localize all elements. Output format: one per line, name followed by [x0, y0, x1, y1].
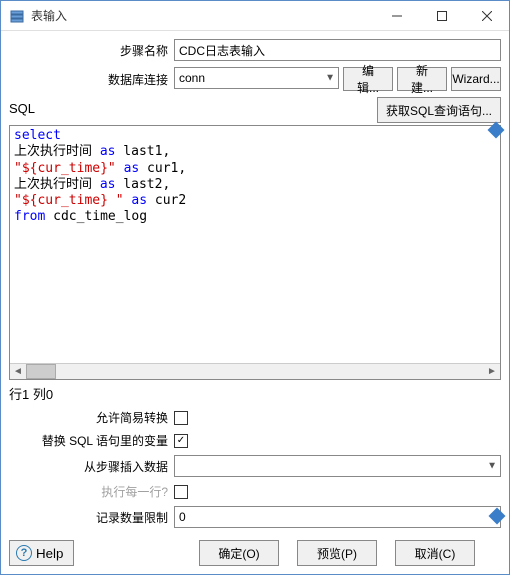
- close-button[interactable]: [464, 1, 509, 30]
- minimize-button[interactable]: [374, 1, 419, 30]
- chevron-down-icon: ▼: [325, 73, 335, 84]
- help-button[interactable]: ? Help: [9, 540, 74, 566]
- db-connection-select[interactable]: conn ▼: [174, 67, 339, 89]
- record-limit-label: 记录数量限制: [9, 509, 174, 526]
- sql-title: SQL: [9, 97, 377, 116]
- chevron-down-icon: ▼: [487, 461, 497, 472]
- step-name-label: 步骤名称: [9, 42, 174, 59]
- replace-vars-row: 替换 SQL 语句里的变量: [9, 432, 501, 449]
- maximize-button[interactable]: [419, 1, 464, 30]
- exec-each-row-checkbox[interactable]: [174, 485, 188, 499]
- cursor-position-status: 行1 列0: [9, 384, 501, 403]
- sql-header: SQL 获取SQL查询语句...: [9, 97, 501, 123]
- insert-from-step-row: 从步骤插入数据 ▼: [9, 455, 501, 477]
- ok-button[interactable]: 确定(O): [199, 540, 279, 566]
- app-icon: [9, 8, 25, 24]
- scroll-thumb[interactable]: [26, 364, 56, 379]
- dialog-buttons: ? Help 确定(O) 预览(P) 取消(C): [9, 534, 501, 568]
- sql-editor[interactable]: select 上次执行时间 as last1, "${cur_time}" as…: [10, 126, 500, 363]
- edit-connection-button[interactable]: 编辑...: [343, 67, 393, 91]
- replace-vars-label: 替换 SQL 语句里的变量: [9, 432, 174, 449]
- dialog-window: 表输入 步骤名称 数据库连接 conn ▼: [0, 0, 510, 575]
- help-icon: ?: [16, 545, 32, 561]
- cancel-button[interactable]: 取消(C): [395, 540, 475, 566]
- allow-lazy-row: 允许简易转换: [9, 409, 501, 426]
- db-connection-label: 数据库连接: [9, 71, 174, 88]
- get-sql-button[interactable]: 获取SQL查询语句...: [377, 97, 501, 123]
- exec-each-row-label: 执行每一行?: [9, 483, 174, 500]
- window-title: 表输入: [31, 7, 374, 24]
- horizontal-scrollbar[interactable]: ◄ ►: [10, 363, 500, 379]
- allow-lazy-label: 允许简易转换: [9, 409, 174, 426]
- exec-each-row-row: 执行每一行?: [9, 483, 501, 500]
- content-area: 步骤名称 数据库连接 conn ▼ 编辑... 新建... Wizard... …: [1, 31, 509, 574]
- insert-from-step-label: 从步骤插入数据: [9, 458, 174, 475]
- title-bar: 表输入: [1, 1, 509, 31]
- window-buttons: [374, 1, 509, 30]
- step-name-input[interactable]: [174, 39, 501, 61]
- insert-from-step-select[interactable]: ▼: [174, 455, 501, 477]
- help-label: Help: [36, 546, 63, 561]
- wizard-button[interactable]: Wizard...: [451, 67, 501, 91]
- sql-editor-wrap: select 上次执行时间 as last1, "${cur_time}" as…: [9, 125, 501, 380]
- record-limit-row: 记录数量限制: [9, 506, 501, 528]
- db-connection-row: 数据库连接 conn ▼ 编辑... 新建... Wizard...: [9, 67, 501, 91]
- replace-vars-checkbox[interactable]: [174, 434, 188, 448]
- new-connection-button[interactable]: 新建...: [397, 67, 447, 91]
- allow-lazy-checkbox[interactable]: [174, 411, 188, 425]
- scroll-left-icon[interactable]: ◄: [10, 364, 26, 379]
- step-name-row: 步骤名称: [9, 39, 501, 61]
- preview-button[interactable]: 预览(P): [297, 540, 377, 566]
- record-limit-input[interactable]: [174, 506, 501, 528]
- scroll-right-icon[interactable]: ►: [484, 364, 500, 379]
- db-connection-value: conn: [179, 71, 205, 85]
